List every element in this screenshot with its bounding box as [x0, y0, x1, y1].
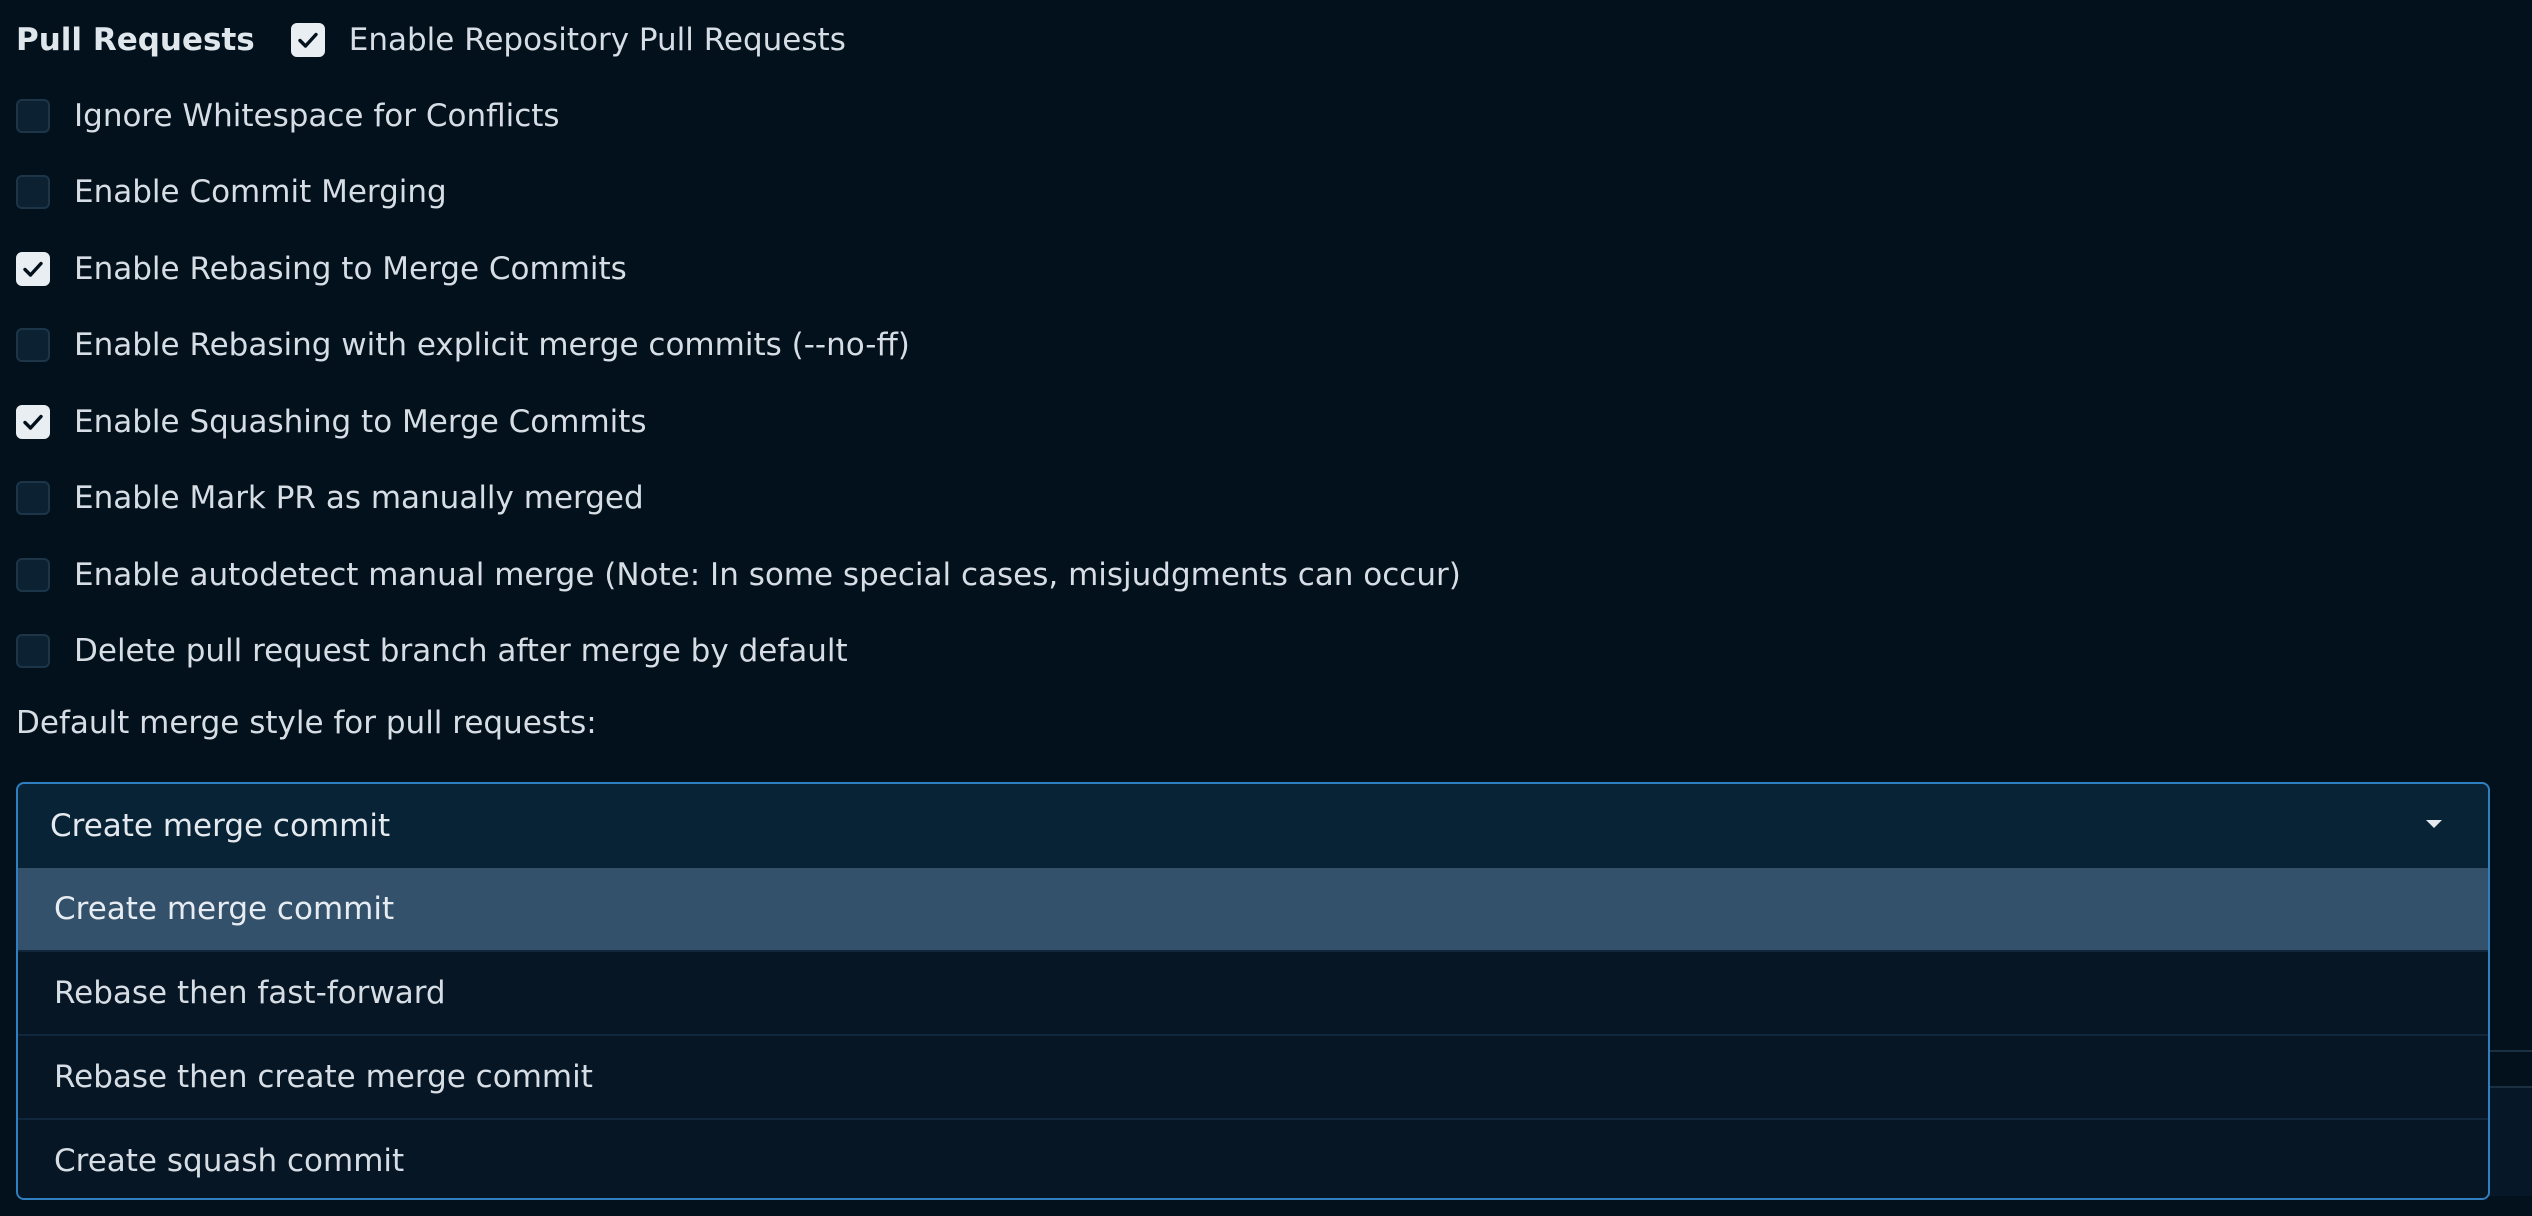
- checkbox-rebase-no-ff[interactable]: [16, 328, 50, 362]
- repository-settings-page: Pull Requests Enable Repository Pull Req…: [0, 0, 2532, 1216]
- checkbox-autodetect-merge[interactable]: [16, 558, 50, 592]
- merge-style-selected-value: Create merge commit: [50, 808, 391, 844]
- background-panel: [2488, 1086, 2532, 1196]
- checkbox-enable-pull-requests[interactable]: [290, 23, 325, 57]
- checkbox-label: Enable Rebasing to Merge Commits: [74, 251, 627, 287]
- merge-style-dropdown[interactable]: Create merge commit Create merge commit …: [16, 782, 2490, 1200]
- option-rebase-fast-forward[interactable]: Rebase then fast-forward: [18, 950, 2488, 1034]
- checkbox-ignore-whitespace[interactable]: [16, 99, 50, 133]
- checkbox-rebase-merge[interactable]: [16, 252, 50, 286]
- checkbox-label: Enable Commit Merging: [74, 174, 447, 210]
- checkbox-label: Delete pull request branch after merge b…: [74, 633, 848, 669]
- checkbox-row-autodetect-merge: Enable autodetect manual merge (Note: In…: [16, 545, 1461, 605]
- checkbox-label: Enable autodetect manual merge (Note: In…: [74, 557, 1461, 593]
- option-create-squash-commit[interactable]: Create squash commit: [18, 1118, 2488, 1198]
- checkbox-commit-merging[interactable]: [16, 175, 50, 209]
- checkmark-icon: [23, 261, 43, 277]
- checkbox-row-squash: Enable Squashing to Merge Commits: [16, 392, 647, 452]
- merge-style-options-menu: Create merge commit Rebase then fast-for…: [18, 868, 2488, 1198]
- checkbox-label: Enable Repository Pull Requests: [348, 22, 846, 58]
- checkbox-row-manual-merge: Enable Mark PR as manually merged: [16, 468, 644, 528]
- checkbox-label: Ignore Whitespace for Conflicts: [74, 98, 560, 134]
- checkbox-squash[interactable]: [16, 405, 50, 439]
- merge-style-select[interactable]: Create merge commit: [18, 784, 2488, 868]
- checkmark-icon: [23, 414, 43, 430]
- checkbox-label: Enable Rebasing with explicit merge comm…: [74, 327, 910, 363]
- checkbox-label: Enable Mark PR as manually merged: [74, 480, 644, 516]
- checkbox-row-enable-pull-requests: Pull Requests Enable Repository Pull Req…: [16, 10, 846, 70]
- option-rebase-merge-commit[interactable]: Rebase then create merge commit: [18, 1034, 2488, 1118]
- checkbox-row-ignore-whitespace: Ignore Whitespace for Conflicts: [16, 86, 560, 146]
- checkbox-row-rebase-no-ff: Enable Rebasing with explicit merge comm…: [16, 315, 910, 375]
- checkmark-icon: [298, 32, 318, 48]
- section-label-pull-requests: Pull Requests: [16, 22, 255, 58]
- checkbox-delete-branch[interactable]: [16, 634, 50, 668]
- checkbox-row-commit-merging: Enable Commit Merging: [16, 162, 447, 222]
- option-create-merge-commit[interactable]: Create merge commit: [18, 868, 2488, 950]
- checkbox-row-rebase-merge: Enable Rebasing to Merge Commits: [16, 239, 627, 299]
- checkbox-row-delete-branch: Delete pull request branch after merge b…: [16, 621, 848, 681]
- background-panel-edge: [2488, 1050, 2532, 1052]
- default-merge-style-label: Default merge style for pull requests:: [16, 705, 597, 741]
- checkbox-label: Enable Squashing to Merge Commits: [74, 404, 647, 440]
- checkbox-manual-merge[interactable]: [16, 481, 50, 515]
- caret-down-icon: [2426, 820, 2442, 828]
